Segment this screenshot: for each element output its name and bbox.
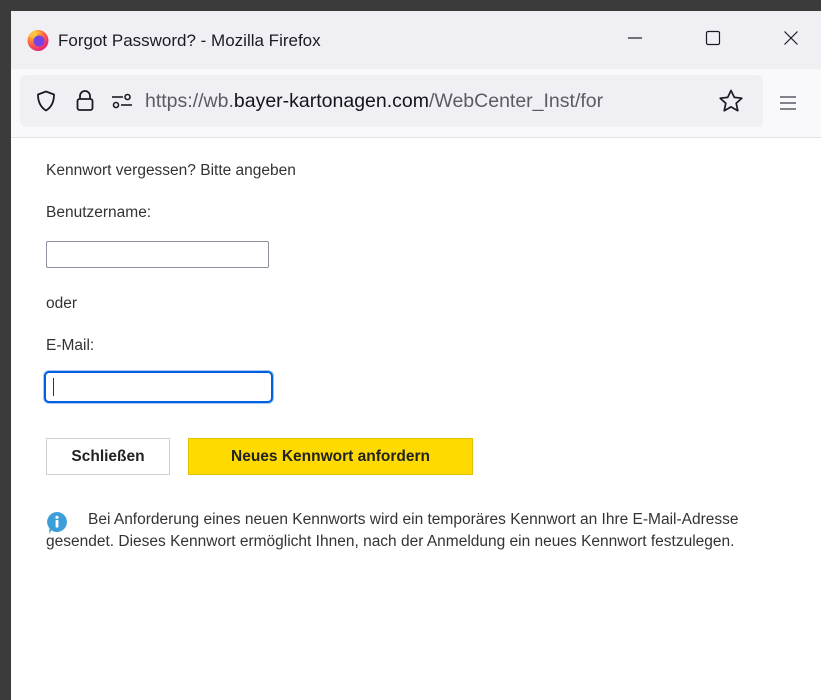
navigation-toolbar: https://wb.bayer-kartonagen.com/WebCente…: [11, 69, 821, 138]
close-icon: [783, 30, 799, 51]
request-new-password-button[interactable]: Neues Kennwort anfordern: [188, 438, 473, 475]
window-frame-left: [0, 0, 11, 700]
email-label: E-Mail:: [46, 337, 95, 354]
permissions-icon[interactable]: [109, 89, 135, 113]
maximize-icon: [705, 30, 721, 51]
text-caret: [53, 378, 54, 396]
close-window-button[interactable]: [771, 23, 811, 57]
minimize-icon: [627, 30, 643, 51]
url-domain: bayer-kartonagen.com: [233, 90, 429, 112]
url-prefix: https://wb.: [145, 90, 234, 112]
lock-icon[interactable]: [73, 88, 97, 114]
url-bar[interactable]: https://wb.bayer-kartonagen.com/WebCente…: [20, 75, 763, 127]
page-heading: Kennwort vergessen? Bitte angeben: [46, 162, 296, 179]
maximize-button[interactable]: [693, 23, 733, 57]
bookmark-star-icon[interactable]: [717, 88, 745, 114]
url-path: /WebCenter_Inst/for: [428, 90, 604, 112]
email-input[interactable]: [44, 371, 273, 403]
close-button[interactable]: Schließen: [46, 438, 170, 475]
username-label: Benutzername:: [46, 204, 152, 221]
url-text[interactable]: https://wb.bayer-kartonagen.com/WebCente…: [145, 90, 710, 113]
info-message: Bei Anforderung eines neuen Kennworts wi…: [46, 511, 739, 550]
minimize-button[interactable]: [615, 23, 655, 57]
window-frame-top: [0, 0, 821, 11]
page-content: Kennwort vergessen? Bitte angeben Benutz…: [11, 138, 821, 700]
username-input[interactable]: [46, 241, 269, 268]
firefox-logo: [26, 28, 50, 52]
shield-icon[interactable]: [34, 89, 58, 113]
window-title: Forgot Password? - Mozilla Firefox: [58, 31, 321, 50]
title-bar: Forgot Password? - Mozilla Firefox: [11, 11, 821, 69]
hamburger-menu-icon[interactable]: [777, 92, 799, 114]
firefox-popup-window: Forgot Password? - Mozilla Firefox https…: [11, 11, 821, 700]
or-label: oder: [46, 295, 78, 312]
